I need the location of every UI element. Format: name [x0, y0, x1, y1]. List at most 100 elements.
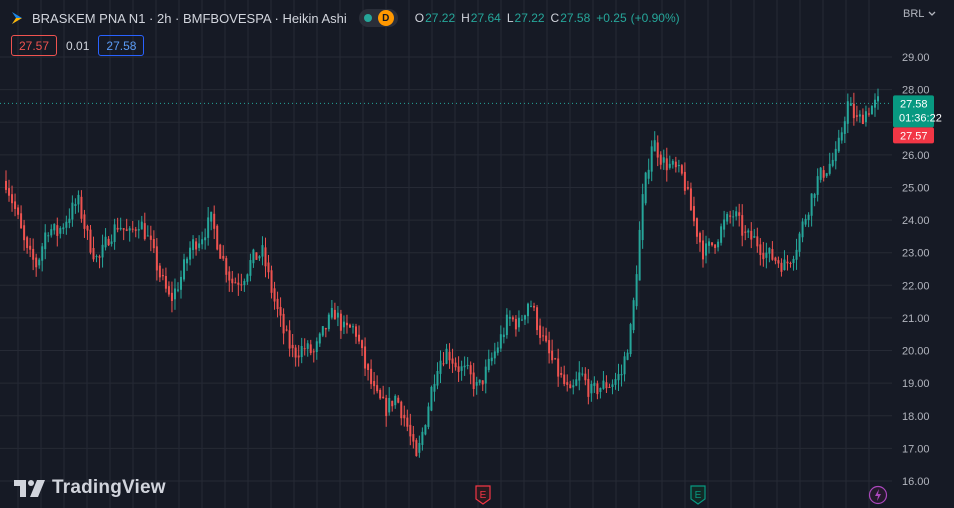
candle-body: [858, 114, 861, 117]
candle-body: [828, 163, 831, 174]
candle-body: [113, 224, 116, 242]
candle-body: [26, 237, 29, 248]
candle-body: [813, 194, 816, 198]
candle-body: [638, 229, 641, 281]
candle-body: [433, 384, 436, 392]
price-tick-label: 20.00: [902, 346, 930, 358]
candle-body: [11, 194, 14, 204]
candle-body: [421, 431, 424, 445]
candle-body: [424, 425, 427, 435]
candle-body: [587, 378, 590, 397]
tradingview-watermark[interactable]: TradingView: [14, 477, 166, 499]
candle-body: [514, 318, 517, 330]
candle-body: [804, 218, 807, 225]
candle-body: [505, 314, 508, 336]
candle-body: [146, 235, 149, 237]
candle-body: [339, 313, 342, 331]
candle-body: [490, 357, 493, 362]
candle-body: [303, 348, 306, 350]
candle-body: [623, 356, 626, 375]
earnings-marker-2-label: E: [695, 490, 702, 501]
candle-body: [563, 374, 566, 385]
candle-body: [735, 211, 738, 217]
last-price-label: 27.58: [900, 98, 928, 110]
candle-body: [186, 258, 189, 264]
symbol-title[interactable]: BRASKEM PNA N1 · 2h · BMFBOVESPA · Heiki…: [32, 11, 347, 26]
candle-body: [74, 204, 77, 207]
candle-body: [370, 368, 373, 385]
candle-body: [756, 236, 759, 247]
candle-body: [786, 261, 789, 264]
candle-body: [315, 341, 318, 353]
lightning-icon[interactable]: [868, 485, 888, 505]
candle-body: [56, 225, 59, 236]
price-chart[interactable]: 29.0028.0027.0026.0025.0024.0023.0022.00…: [0, 0, 954, 508]
candle-body: [68, 218, 71, 223]
candle-body: [717, 241, 720, 248]
candle-body: [689, 188, 692, 211]
candle-body: [873, 99, 876, 108]
candle-body: [650, 146, 653, 172]
candle-body: [795, 249, 798, 260]
candle-body: [846, 101, 849, 124]
candle-body: [614, 379, 617, 385]
candle-body: [158, 265, 161, 278]
candle-body: [511, 317, 514, 320]
candle-body: [219, 244, 222, 259]
candle-body: [342, 321, 345, 328]
candle-body: [397, 397, 400, 403]
candle-body: [427, 406, 430, 427]
candle-body: [270, 270, 273, 293]
candle-body: [20, 213, 23, 229]
candle-body: [243, 280, 246, 286]
earnings-marker-1[interactable]: E: [475, 485, 491, 505]
candle-body: [493, 351, 496, 359]
candle-body: [469, 365, 472, 375]
candle-body: [726, 213, 729, 222]
candle-body: [822, 170, 825, 178]
earnings-marker-2[interactable]: E: [690, 485, 706, 505]
candle-body: [80, 196, 83, 219]
candle-body: [228, 271, 231, 281]
candle-body: [161, 275, 164, 277]
candle-body: [95, 256, 98, 258]
candle-body: [198, 243, 201, 248]
candle-body: [602, 380, 605, 389]
candle-body: [762, 252, 765, 260]
candle-body: [318, 333, 321, 344]
candle-body: [662, 157, 665, 163]
candle-body: [671, 160, 674, 165]
open-value: 27.22: [425, 11, 456, 25]
candle-body: [119, 227, 122, 230]
candle-body: [336, 312, 339, 318]
candle-body: [711, 242, 714, 246]
candle-body: [837, 137, 840, 152]
candle-body: [288, 330, 291, 349]
candle-body: [593, 382, 596, 386]
candle-body: [246, 274, 249, 282]
candle-body: [294, 347, 297, 358]
candle-body: [180, 276, 183, 290]
candle-body: [683, 171, 686, 191]
candle-body: [680, 165, 683, 174]
market-status[interactable]: D: [358, 9, 398, 27]
candle-body: [641, 194, 644, 241]
currency-selector[interactable]: BRL: [903, 8, 936, 20]
candle-body: [478, 379, 481, 383]
buy-button[interactable]: 27.58: [98, 35, 145, 56]
candle-body: [231, 278, 234, 284]
candle-body: [852, 103, 855, 119]
close-label: C: [550, 11, 560, 25]
candle-body: [520, 319, 523, 321]
candle-body: [442, 363, 445, 365]
candle-body: [855, 115, 858, 117]
candle-body: [327, 314, 330, 330]
sell-button[interactable]: 27.57: [11, 35, 58, 56]
candle-body: [665, 158, 668, 171]
candle-body: [258, 256, 261, 259]
candle-body: [98, 256, 101, 258]
candle-body: [137, 229, 140, 231]
candle-body: [692, 206, 695, 222]
candle-body: [569, 384, 572, 389]
candle-body: [750, 230, 753, 240]
